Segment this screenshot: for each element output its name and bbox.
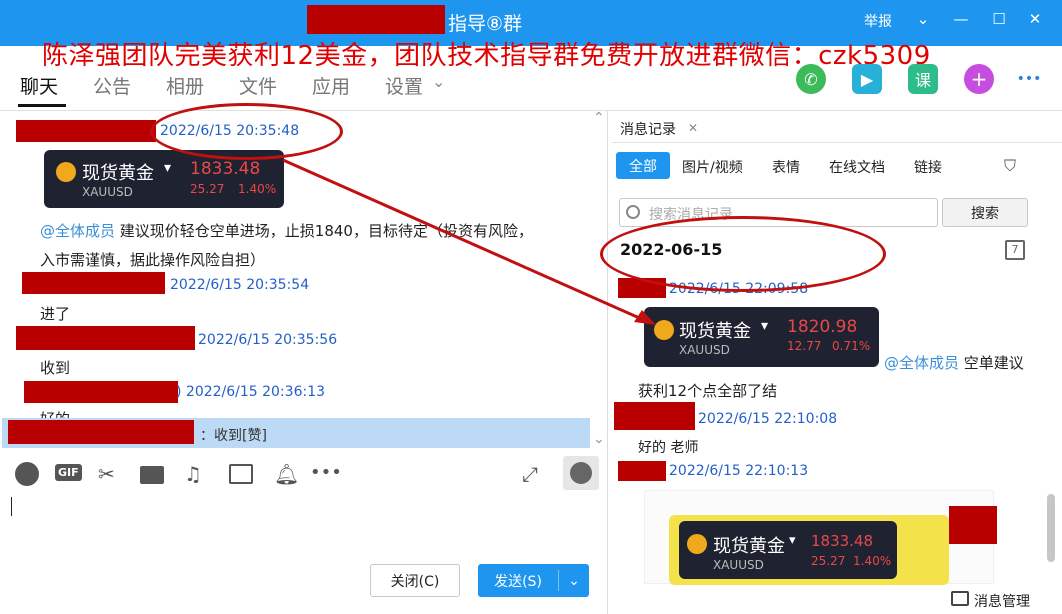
annotation-arrow [282,158,656,325]
